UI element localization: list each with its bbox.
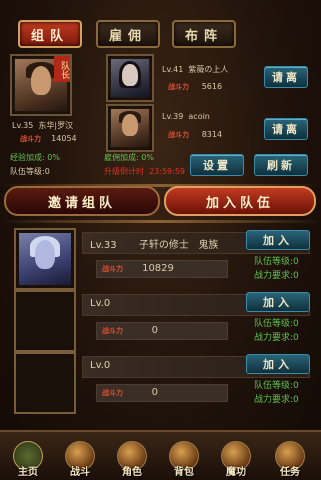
team-row[interactable]: Lv.0 战斗力 0 加入 队伍等级:0 战力要求:0	[10, 352, 313, 414]
member-portrait-1[interactable]	[106, 54, 154, 102]
join-button[interactable]: 加入	[246, 354, 310, 374]
team-avatar	[19, 233, 71, 285]
team-leader-portrait	[14, 290, 76, 352]
required-power: 战力要求:0	[254, 271, 299, 281]
team-leader-portrait	[14, 228, 76, 290]
team-level: 队伍等级:0	[10, 167, 50, 176]
leader-portrait-frame[interactable]: 队长	[10, 54, 72, 116]
upgrade-countdown-value: 23:59:59	[149, 167, 186, 176]
leader-power: 14054	[51, 134, 77, 143]
tab-team[interactable]: 组队	[18, 20, 82, 48]
member-power-label: 战斗力	[168, 83, 189, 91]
refresh-button[interactable]: 刷新	[254, 154, 308, 176]
tab-bar: 组队 雇佣 布阵	[0, 14, 321, 48]
member-name: 紫薇の上人	[188, 65, 229, 74]
tab-formation[interactable]: 布阵	[172, 20, 236, 48]
join-button[interactable]: 加入	[246, 230, 310, 250]
leader-level: Lv.35	[12, 121, 34, 130]
join-team-button[interactable]: 加入队伍	[164, 186, 316, 216]
required-power: 战力要求:0	[254, 395, 299, 405]
required-power: 战力要求:0	[254, 333, 299, 343]
nav-character[interactable]: 角色	[110, 436, 154, 478]
exp-bonus: 经验加成: 0%	[10, 153, 60, 162]
mercenary-bonus: 雇佣加成: 0%	[104, 153, 154, 162]
nav-bag[interactable]: 背包	[162, 436, 206, 478]
join-button[interactable]: 加入	[246, 292, 310, 312]
team-race: 鬼族	[198, 240, 219, 251]
team-power-label: 战斗力	[102, 389, 123, 397]
member-power: 8314	[201, 130, 223, 139]
team-leader-portrait	[14, 352, 76, 414]
nav-quest[interactable]: 任务	[268, 436, 312, 478]
required-team-level: 队伍等级:0	[254, 319, 299, 329]
member-level: Lv.39	[162, 112, 184, 121]
member-power: 5616	[201, 82, 223, 91]
team-screen: 组队 雇佣 布阵 队长 Lv.35 东华|罗汉 战斗力 14054 经验加成: …	[0, 0, 321, 480]
team-leader-name: 子轩の修士	[138, 240, 189, 251]
nav-magic[interactable]: 魔功	[214, 436, 258, 478]
member-name: acoin	[188, 112, 210, 121]
upgrade-countdown-label: 升级倒计时	[104, 167, 144, 176]
team-level: Lv.0	[90, 298, 111, 309]
team-power: 0	[151, 325, 158, 336]
team-level: Lv.33	[90, 240, 117, 251]
kick-member-2-button[interactable]: 请离	[264, 118, 308, 140]
member-portrait-2[interactable]	[106, 104, 154, 152]
team-row[interactable]: Lv.0 战斗力 0 加入 队伍等级:0 战力要求:0	[10, 290, 313, 352]
settings-button[interactable]: 设置	[190, 154, 244, 176]
member-power-label: 战斗力	[168, 131, 189, 139]
leader-name: 东华|罗汉	[38, 121, 74, 130]
kick-member-1-button[interactable]: 请离	[264, 66, 308, 88]
team-power: 0	[151, 387, 158, 398]
required-team-level: 队伍等级:0	[254, 381, 299, 391]
team-power-label: 战斗力	[102, 265, 123, 273]
member-avatar	[111, 109, 149, 147]
team-power-label: 战斗力	[102, 327, 123, 335]
member-level: Lv.41	[162, 65, 184, 74]
captain-badge: 队长	[54, 56, 70, 82]
nav-home[interactable]: 主页	[6, 436, 50, 478]
member-avatar	[111, 59, 149, 97]
tab-hire[interactable]: 雇佣	[96, 20, 160, 48]
team-power: 10829	[142, 263, 174, 274]
leader-power-label: 战斗力	[20, 135, 41, 143]
team-level: Lv.0	[90, 360, 111, 371]
current-team-panel: 队长 Lv.35 东华|罗汉 战斗力 14054 经验加成: 0% 队伍等级:0…	[10, 54, 313, 180]
team-row[interactable]: Lv.33 子轩の修士 鬼族 战斗力 10829 加入 队伍等级:0 战力要求:…	[10, 228, 313, 290]
required-team-level: 队伍等级:0	[254, 257, 299, 267]
invite-team-button[interactable]: 邀请组队	[4, 186, 160, 216]
nav-battle[interactable]: 战斗	[58, 436, 102, 478]
bottom-nav: 主页 战斗 角色 背包 魔功 任务	[0, 430, 321, 480]
